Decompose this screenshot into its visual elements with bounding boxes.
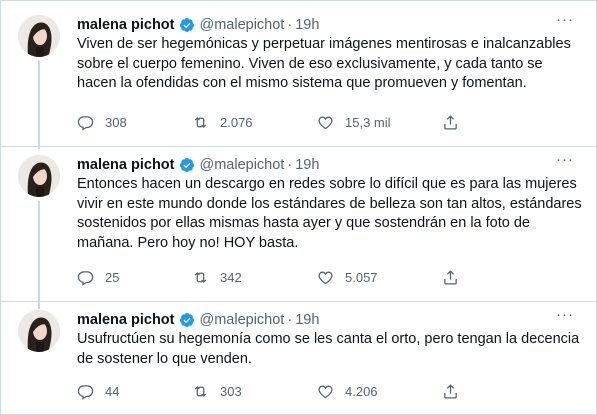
thread-line <box>38 61 40 149</box>
tweet-header: malena pichot @malepichot · 19h <box>77 310 319 330</box>
verified-badge-icon <box>179 18 194 32</box>
tweet-divider <box>1 301 596 302</box>
like-count: 4.206 <box>345 383 378 399</box>
verified-badge-icon <box>179 313 194 327</box>
separator-dot: · <box>287 312 293 328</box>
retweet-count: 303 <box>220 383 242 399</box>
reply-count: 44 <box>105 383 120 399</box>
more-options-icon[interactable]: ··· <box>556 306 574 323</box>
heart-icon <box>318 271 333 284</box>
heart-icon <box>318 385 333 398</box>
retweet-count: 2.076 <box>220 114 253 130</box>
reply-count: 25 <box>105 269 120 285</box>
reply-icon <box>77 270 94 286</box>
more-options-icon[interactable]: ··· <box>556 151 574 168</box>
avatar[interactable] <box>18 310 60 352</box>
share-button[interactable] <box>442 381 470 401</box>
author-name[interactable]: malena pichot <box>77 157 175 173</box>
separator-dot: · <box>287 157 293 173</box>
author-name[interactable]: malena pichot <box>77 312 175 328</box>
tweet-divider <box>1 146 596 147</box>
author-handle[interactable]: @malepichot <box>200 157 285 173</box>
tweet-text: Viven de ser hegemónicas y perpetuar imá… <box>77 36 571 91</box>
avatar[interactable] <box>18 15 60 57</box>
reply-icon <box>77 384 94 400</box>
tweet-text: Entonces hacen un descargo en redes sobr… <box>77 176 582 251</box>
like-button[interactable]: 4.206 <box>317 381 378 401</box>
retweet-icon <box>194 271 207 283</box>
like-count: 15,3 mil <box>345 114 391 130</box>
share-icon <box>444 269 457 285</box>
avatar[interactable] <box>18 155 60 197</box>
tweet-actions: 44 303 4.206 <box>77 381 557 401</box>
like-count: 5.057 <box>345 269 378 285</box>
tweet-header: malena pichot @malepichot · 19h <box>77 155 319 175</box>
separator-dot: · <box>287 17 293 33</box>
tweet-time[interactable]: 19h <box>295 17 319 33</box>
retweet-button[interactable]: 303 <box>192 381 242 401</box>
reply-button[interactable]: 44 <box>77 381 119 401</box>
share-button[interactable] <box>442 267 470 287</box>
author-handle[interactable]: @malepichot <box>200 312 285 328</box>
tweet-actions: 308 2.076 15,3 mil <box>77 112 557 132</box>
like-button[interactable]: 15,3 mil <box>317 112 391 132</box>
tweet-time[interactable]: 19h <box>295 312 319 328</box>
reply-button[interactable]: 25 <box>77 267 119 287</box>
tweet-time[interactable]: 19h <box>295 157 319 173</box>
tweet-actions: 25 342 5.057 <box>77 267 557 287</box>
retweet-icon <box>194 385 207 397</box>
author-name[interactable]: malena pichot <box>77 17 175 33</box>
reply-count: 308 <box>105 114 127 130</box>
tweet-text: Usufructúen su hegemonía como se les can… <box>77 331 580 367</box>
tweet-thread: malena pichot @malepichot · 19h ··· Vive… <box>0 0 597 415</box>
heart-icon <box>318 116 333 129</box>
reply-button[interactable]: 308 <box>77 112 127 132</box>
retweet-button[interactable]: 2.076 <box>192 112 253 132</box>
like-button[interactable]: 5.057 <box>317 267 378 287</box>
retweet-button[interactable]: 342 <box>192 267 242 287</box>
tweet-header: malena pichot @malepichot · 19h <box>77 15 319 35</box>
share-icon <box>444 114 457 130</box>
author-handle[interactable]: @malepichot <box>200 17 285 33</box>
share-button[interactable] <box>442 112 470 132</box>
thread-line <box>38 201 40 309</box>
verified-badge-icon <box>179 158 194 172</box>
retweet-count: 342 <box>220 269 242 285</box>
share-icon <box>444 383 457 399</box>
more-options-icon[interactable]: ··· <box>556 11 574 28</box>
retweet-icon <box>194 116 207 128</box>
reply-icon <box>77 115 94 131</box>
